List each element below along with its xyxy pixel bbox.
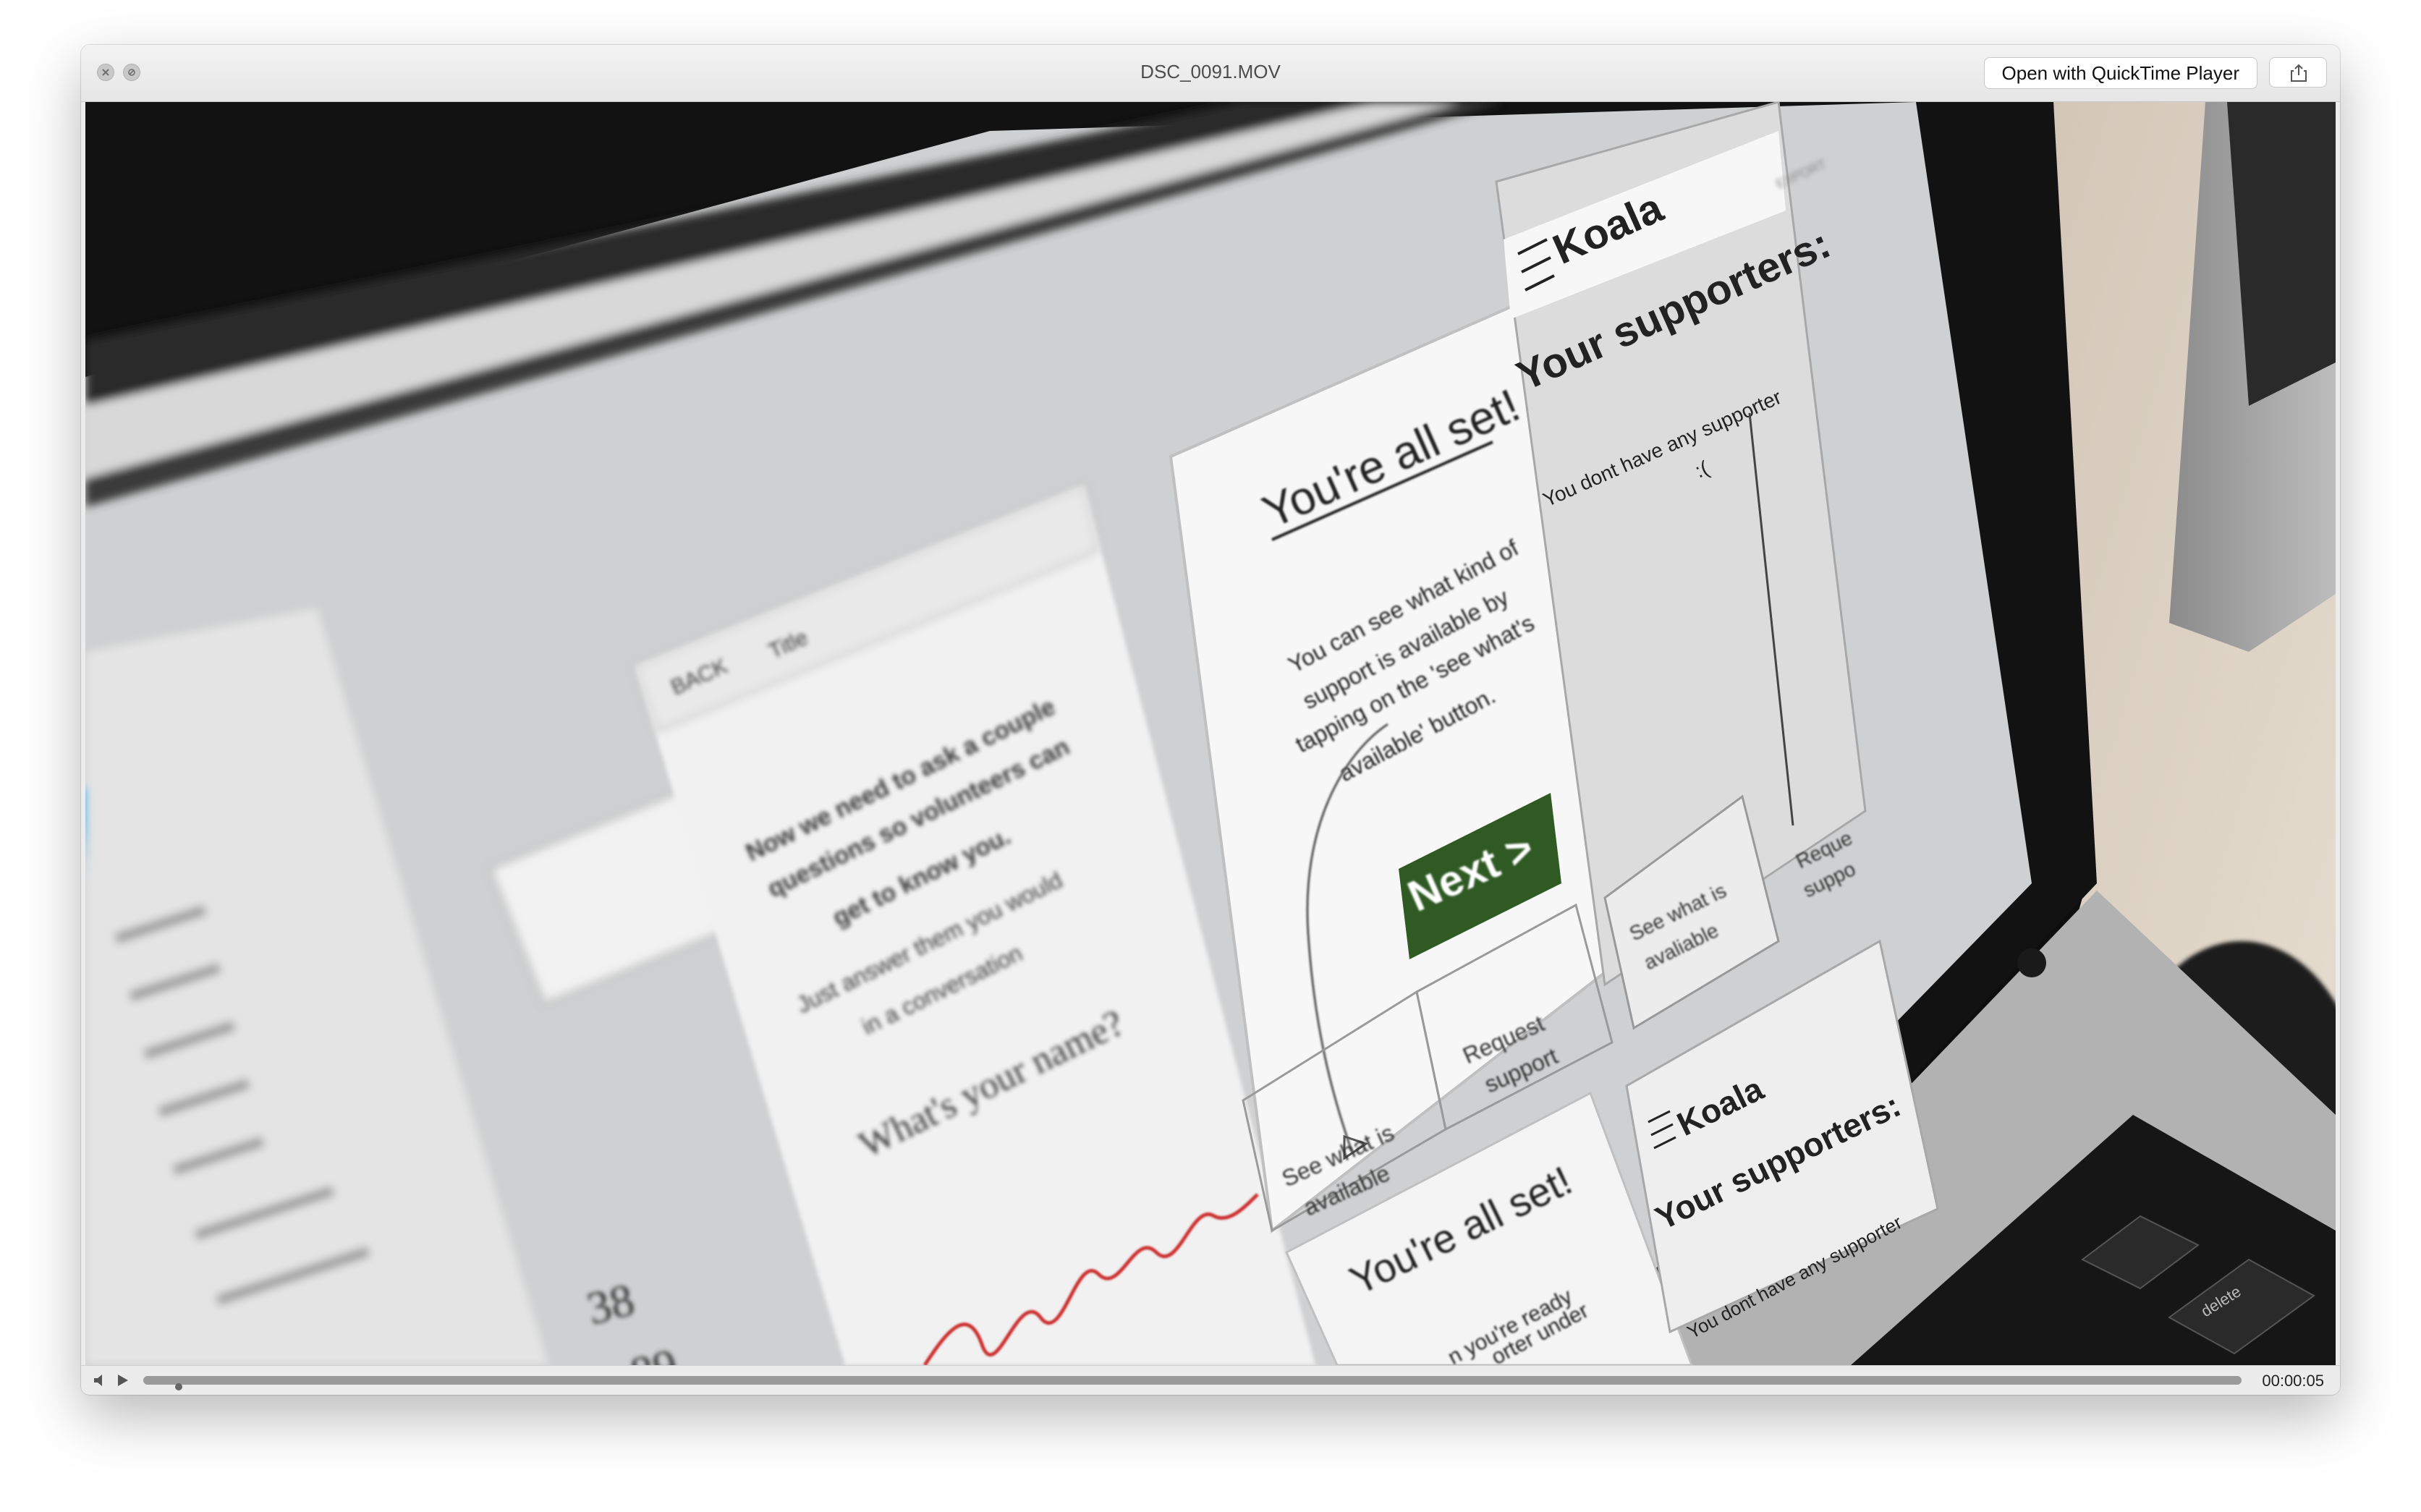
share-button[interactable]	[2269, 57, 2327, 88]
volume-icon[interactable]	[93, 1373, 109, 1388]
playhead[interactable]	[175, 1383, 182, 1390]
video-scene: delete 38 BACK Title Now we need to ask …	[85, 102, 2336, 1365]
quicklook-window: DSC_0091.MOV Open with QuickTime Player	[81, 45, 2340, 1395]
playback-controls: 00:00:05	[81, 1365, 2340, 1395]
play-icon[interactable]	[116, 1373, 130, 1388]
scrubber-track[interactable]	[143, 1376, 2242, 1385]
timecode: 00:00:05	[2262, 1372, 2324, 1390]
title-bar: DSC_0091.MOV Open with QuickTime Player	[81, 45, 2340, 102]
share-icon	[2291, 64, 2307, 82]
video-frame[interactable]: delete 38 BACK Title Now we need to ask …	[85, 102, 2336, 1365]
open-with-quicktime-button[interactable]: Open with QuickTime Player	[1983, 57, 2257, 89]
